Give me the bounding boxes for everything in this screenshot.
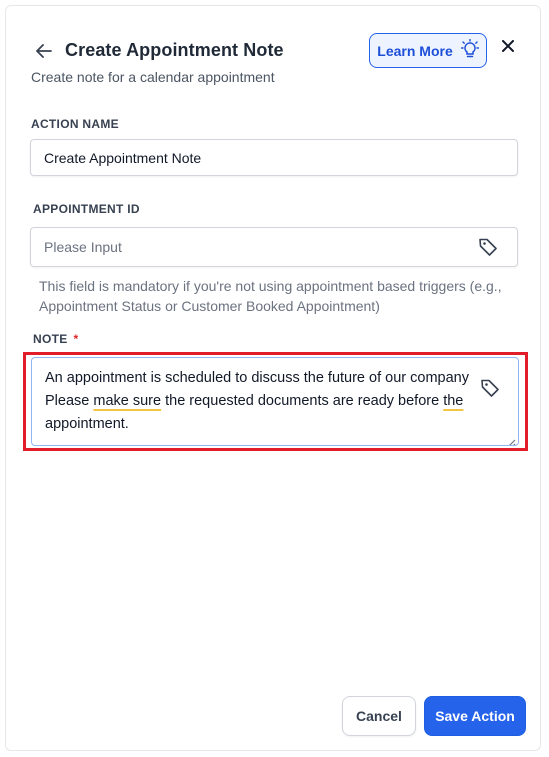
resize-handle-icon[interactable] [506, 433, 516, 445]
close-icon[interactable] [498, 36, 518, 56]
note-label-text: NOTE [33, 332, 68, 346]
cancel-label: Cancel [356, 708, 402, 724]
action-name-input[interactable]: Create Appointment Note [30, 139, 518, 176]
note-textarea[interactable]: An appointment is scheduled to discuss t… [31, 357, 519, 446]
note-spellcheck-phrase: make sure [93, 393, 162, 409]
lightbulb-icon [460, 38, 479, 62]
appointment-id-placeholder: Please Input [44, 239, 122, 255]
learn-more-button[interactable]: Learn More [369, 33, 487, 68]
save-action-button[interactable]: Save Action [424, 696, 526, 736]
arrow-left-icon[interactable] [35, 42, 53, 60]
appointment-id-input[interactable]: Please Input [30, 227, 518, 267]
note-line-2-c: the requested documents are ready before [161, 393, 444, 409]
save-label: Save Action [435, 708, 515, 724]
note-label: NOTE * [33, 332, 79, 346]
learn-more-label: Learn More [377, 42, 453, 59]
panel-header: Create Appointment Note [35, 40, 284, 61]
tag-icon[interactable] [478, 237, 498, 257]
note-line-1: An appointment is scheduled to discuss t… [45, 370, 469, 386]
note-spellcheck-word: the [443, 393, 464, 409]
required-marker: * [73, 332, 79, 346]
appointment-id-helper: This field is mandatory if you're not us… [39, 278, 502, 314]
note-line-2-a: Please [45, 393, 94, 409]
note-line-3: appointment. [45, 416, 129, 432]
action-name-label: ACTION NAME [31, 117, 119, 131]
page-title: Create Appointment Note [65, 40, 284, 60]
cancel-button[interactable]: Cancel [342, 696, 416, 736]
page-subtitle: Create note for a calendar appointment [31, 69, 275, 85]
appointment-id-label: APPOINTMENT ID [33, 202, 140, 216]
tag-icon[interactable] [480, 378, 500, 398]
note-line-2: Please make sure the requested documents… [45, 390, 475, 413]
action-name-value: Create Appointment Note [44, 149, 202, 166]
